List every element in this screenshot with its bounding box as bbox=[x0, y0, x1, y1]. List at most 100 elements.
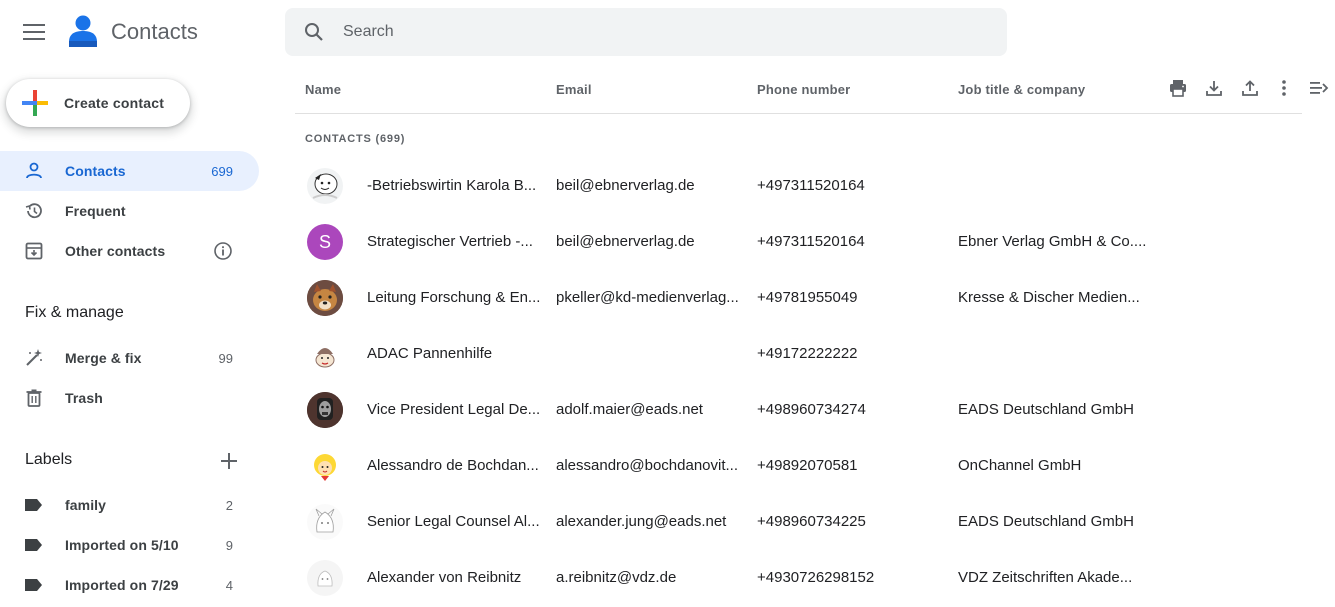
fix-manage-heading: Fix & manage bbox=[25, 304, 124, 321]
sidebar-item-contacts[interactable]: Contacts 699 bbox=[0, 151, 259, 191]
sidebar-item-label: Frequent bbox=[65, 203, 126, 219]
contacts-count: 699 bbox=[211, 163, 233, 179]
merge-count: 99 bbox=[218, 350, 233, 366]
contact-name: Alexander von Reibnitz bbox=[367, 569, 522, 586]
column-header-phone: Phone number bbox=[757, 82, 851, 97]
contact-email: beil@ebnerverlag.de bbox=[556, 177, 695, 194]
contact-phone: +498960734225 bbox=[757, 513, 866, 530]
contact-row[interactable]: Senior Legal Counsel Al... alexander.jun… bbox=[295, 494, 1302, 550]
add-label-button[interactable] bbox=[217, 449, 241, 473]
avatar[interactable]: S bbox=[307, 224, 343, 260]
column-header-job: Job title & company bbox=[958, 82, 1086, 97]
contacts-logo bbox=[66, 14, 100, 50]
plus-icon bbox=[221, 453, 237, 469]
list-settings-icon bbox=[1310, 82, 1329, 94]
contact-job: EADS Deutschland GmbH bbox=[958, 513, 1134, 530]
column-header-email: Email bbox=[556, 82, 592, 97]
list-density-button[interactable] bbox=[1307, 76, 1331, 100]
contacts-section-label: CONTACTS (699) bbox=[305, 133, 406, 145]
labels-heading: Labels bbox=[25, 451, 73, 468]
contact-phone: +4930726298152 bbox=[757, 569, 875, 586]
label-count: 4 bbox=[225, 577, 233, 593]
label-icon bbox=[0, 498, 65, 512]
avatar[interactable] bbox=[307, 504, 343, 540]
plus-icon bbox=[6, 90, 64, 116]
contact-phone: +49892070581 bbox=[757, 457, 858, 474]
avatar[interactable] bbox=[307, 392, 343, 428]
contact-job: EADS Deutschland GmbH bbox=[958, 401, 1134, 418]
create-contact-label: Create contact bbox=[64, 95, 165, 111]
sidebar-item-label: Trash bbox=[65, 390, 103, 406]
more-options-button[interactable] bbox=[1272, 76, 1296, 100]
sidebar-item-label-family[interactable]: family 2 bbox=[0, 485, 259, 525]
sidebar-item-trash[interactable]: Trash bbox=[0, 378, 259, 418]
label-count: 9 bbox=[225, 537, 233, 553]
archive-icon bbox=[0, 241, 65, 261]
info-icon[interactable] bbox=[183, 241, 259, 261]
sidebar-item-label: family bbox=[65, 497, 107, 513]
download-icon bbox=[1206, 81, 1222, 96]
contact-row[interactable]: Alessandro de Bochdan... alessandro@boch… bbox=[295, 438, 1302, 494]
sidebar-item-merge-fix[interactable]: Merge & fix 99 bbox=[0, 338, 259, 378]
sidebar-item-label-imported-5-10[interactable]: Imported on 5/10 9 bbox=[0, 525, 259, 565]
contact-row[interactable]: Leitung Forschung & En... pkeller@kd-med… bbox=[295, 270, 1302, 326]
print-icon bbox=[1170, 80, 1186, 97]
avatar-initial: S bbox=[318, 231, 331, 252]
search-bar[interactable] bbox=[285, 8, 1007, 56]
contact-name: Leitung Forschung & En... bbox=[367, 289, 541, 306]
sidebar-item-label: Imported on 7/29 bbox=[65, 577, 179, 593]
sidebar-item-label: Merge & fix bbox=[65, 350, 142, 366]
contact-name: ADAC Pannenhilfe bbox=[367, 345, 493, 362]
import-button[interactable] bbox=[1238, 76, 1262, 100]
avatar[interactable] bbox=[307, 168, 343, 204]
contact-row[interactable]: Alexander von Reibnitz a.reibnitz@vdz.de… bbox=[295, 550, 1302, 606]
contact-job: VDZ Zeitschriften Akade... bbox=[958, 569, 1133, 586]
contact-row[interactable]: S Strategischer Vertrieb -... beil@ebner… bbox=[295, 214, 1302, 270]
person-icon bbox=[0, 161, 65, 181]
export-button[interactable] bbox=[1202, 76, 1226, 100]
magic-wand-icon bbox=[0, 348, 65, 368]
contact-email: alexander.jung@eads.net bbox=[556, 513, 727, 530]
contact-email: adolf.maier@eads.net bbox=[556, 401, 703, 418]
contact-name: Strategischer Vertrieb -... bbox=[367, 233, 533, 250]
create-contact-button[interactable]: Create contact bbox=[6, 79, 190, 127]
contact-job: Kresse & Discher Medien... bbox=[958, 289, 1140, 306]
contact-phone: +498960734274 bbox=[757, 401, 866, 418]
history-icon bbox=[0, 201, 65, 221]
contact-email: beil@ebnerverlag.de bbox=[556, 233, 695, 250]
app-title[interactable]: Contacts bbox=[111, 19, 198, 45]
search-icon[interactable] bbox=[285, 22, 343, 42]
avatar[interactable] bbox=[307, 560, 343, 596]
print-button[interactable] bbox=[1166, 76, 1190, 100]
label-icon bbox=[0, 538, 65, 552]
contact-name: Alessandro de Bochdan... bbox=[367, 457, 539, 474]
menu-icon bbox=[23, 24, 45, 40]
column-header-name[interactable]: Name bbox=[305, 82, 341, 97]
sidebar-item-label-imported-7-29[interactable]: Imported on 7/29 4 bbox=[0, 565, 259, 605]
contact-row[interactable]: Vice President Legal De... adolf.maier@e… bbox=[295, 382, 1302, 438]
header-divider bbox=[295, 113, 1302, 114]
sidebar-item-label: Imported on 5/10 bbox=[65, 537, 179, 553]
contact-phone: +497311520164 bbox=[757, 177, 865, 194]
sidebar-item-label: Contacts bbox=[65, 163, 126, 179]
upload-icon bbox=[1242, 80, 1258, 96]
contact-phone: +49172222222 bbox=[757, 345, 858, 362]
main-menu-button[interactable] bbox=[14, 12, 54, 52]
avatar[interactable] bbox=[307, 336, 343, 372]
contact-row[interactable]: -Betriebswirtin Karola B... beil@ebnerve… bbox=[295, 158, 1302, 214]
contact-name: Senior Legal Counsel Al... bbox=[367, 513, 540, 530]
label-icon bbox=[0, 578, 65, 592]
sidebar-item-other-contacts[interactable]: Other contacts bbox=[0, 231, 259, 271]
contact-email: pkeller@kd-medienverlag... bbox=[556, 289, 739, 306]
contact-email: a.reibnitz@vdz.de bbox=[556, 569, 677, 586]
avatar[interactable] bbox=[307, 280, 343, 316]
avatar[interactable] bbox=[307, 448, 343, 484]
contact-row[interactable]: ADAC Pannenhilfe +49172222222 bbox=[295, 326, 1302, 382]
trash-icon bbox=[0, 388, 65, 408]
sidebar-item-frequent[interactable]: Frequent bbox=[0, 191, 259, 231]
search-input[interactable] bbox=[343, 23, 943, 41]
contact-name: -Betriebswirtin Karola B... bbox=[367, 177, 537, 194]
contact-name: Vice President Legal De... bbox=[367, 401, 541, 418]
contact-job: Ebner Verlag GmbH & Co.... bbox=[958, 233, 1147, 250]
label-count: 2 bbox=[225, 497, 233, 513]
